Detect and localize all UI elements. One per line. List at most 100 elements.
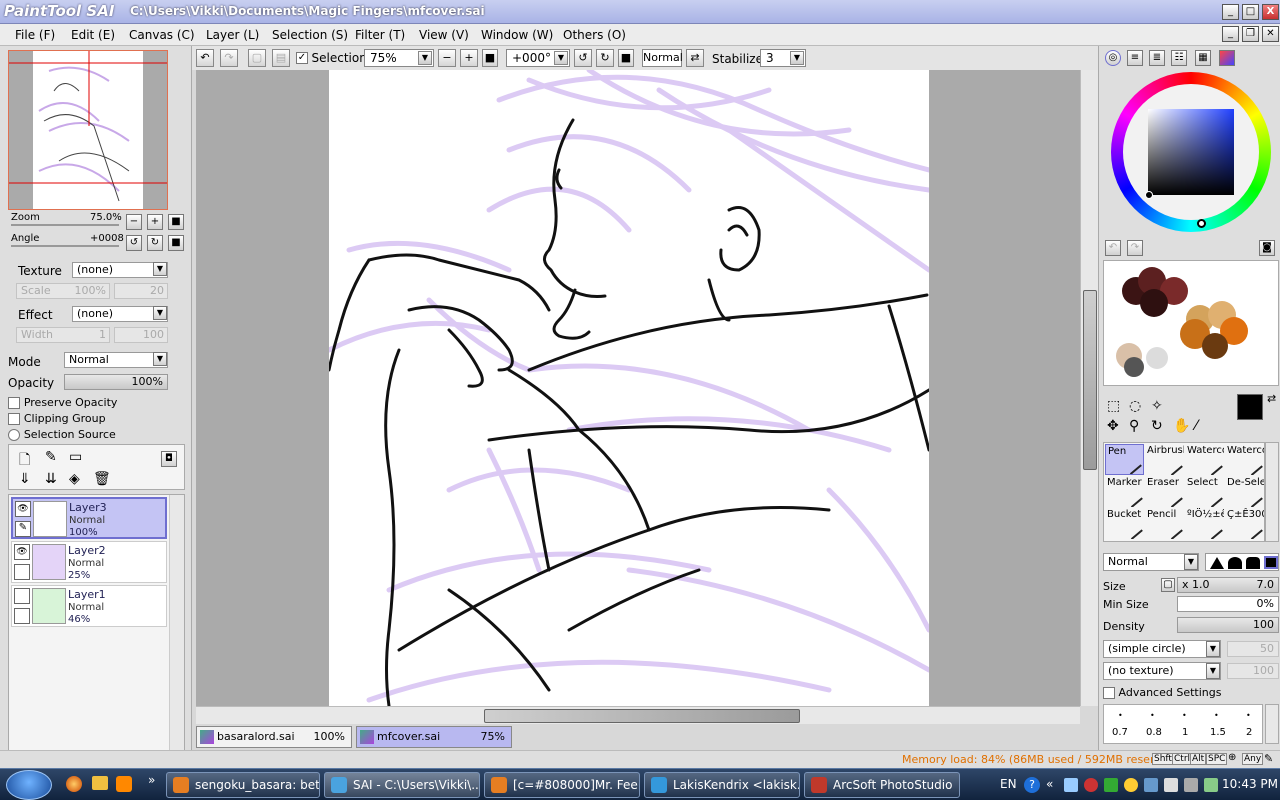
brush-shape-selector[interactable] <box>1205 553 1279 571</box>
horizontal-scrollbar[interactable] <box>196 706 1080 724</box>
tool-custom-1[interactable]: ºIÖ½±ê <box>1185 508 1224 539</box>
eye-icon[interactable]: 👁 <box>15 501 31 517</box>
undo-button[interactable]: ↶ <box>196 49 214 67</box>
color-swatch[interactable] <box>1140 289 1168 317</box>
hsv-slider-tab-icon[interactable]: ≣ <box>1149 50 1165 66</box>
doc-restore-button[interactable]: ❐ <box>1242 26 1259 42</box>
zoom-reset-small-button[interactable]: ■ <box>168 214 184 230</box>
texture-select[interactable]: (none) ▼ <box>72 262 168 278</box>
size-slider[interactable]: x 1.0 7.0 <box>1177 577 1279 593</box>
density-slider[interactable]: 100 <box>1177 617 1279 633</box>
selection-source-radio[interactable] <box>8 428 20 441</box>
volume-icon[interactable] <box>1164 778 1178 792</box>
tool-custom-2[interactable]: Ç±Ê300 <box>1225 508 1264 539</box>
preserve-opacity-checkbox[interactable] <box>8 396 20 409</box>
layer-item[interactable]: 👁 ✎ Layer3 Normal 100% <box>11 497 167 539</box>
tray-icon[interactable] <box>1124 778 1138 792</box>
size-preset[interactable]: 1 <box>1182 727 1188 738</box>
brush-texture-select[interactable]: (no texture) ▼ <box>1103 662 1221 680</box>
flip-icon[interactable]: ⇄ <box>686 49 704 67</box>
soft-edge-icon[interactable] <box>1210 557 1224 569</box>
taskbar-item[interactable]: [c=#808000]Mr. Fee... <box>484 772 640 798</box>
menu-canvas[interactable]: Canvas (C) <box>129 28 195 42</box>
lock-icon[interactable] <box>14 608 30 624</box>
power-icon[interactable] <box>1184 778 1198 792</box>
zoom-combo[interactable]: 75% ▼ <box>364 49 434 67</box>
new-layer-icon[interactable]: 🗋 <box>19 449 30 473</box>
rect-select-icon[interactable]: ⬚ <box>1107 398 1120 414</box>
merge-down-icon[interactable]: ⇊ <box>45 471 57 487</box>
selection-source-option[interactable]: Selection Source <box>8 427 116 441</box>
zoom-in-button[interactable]: + <box>460 49 478 67</box>
tool-deselect[interactable]: De-Selec <box>1225 476 1264 507</box>
eye-hidden-icon[interactable] <box>14 588 30 604</box>
medium-edge-icon[interactable] <box>1228 557 1242 569</box>
brush-blend-select[interactable]: Normal ▼ <box>1103 553 1199 571</box>
transfer-down-icon[interactable]: ⇓ <box>19 471 31 487</box>
view-mode-button[interactable]: Normal <box>642 49 683 67</box>
zoom-tool-icon[interactable]: ⚲ <box>1129 418 1139 434</box>
rotate-reset-button[interactable]: ■ <box>618 49 634 67</box>
redo-button[interactable]: ↷ <box>220 49 238 67</box>
canvas-area[interactable] <box>196 70 1080 706</box>
swatches-tab-icon[interactable]: ▦ <box>1195 50 1211 66</box>
color-swatch[interactable] <box>1146 347 1168 369</box>
zoom-slider[interactable] <box>11 224 119 226</box>
size-preset[interactable]: 0.8 <box>1146 727 1162 738</box>
lock-icon[interactable] <box>14 564 30 580</box>
tool-watercolor[interactable]: Watercol <box>1185 444 1224 475</box>
doc-close-button[interactable]: ✕ <box>1262 26 1279 42</box>
network-icon[interactable] <box>1144 778 1158 792</box>
eyedropper-icon[interactable]: ⁄ <box>1195 418 1197 434</box>
hue-picker-cursor[interactable] <box>1197 219 1206 228</box>
menu-edit[interactable]: Edit (E) <box>71 28 115 42</box>
maximize-button[interactable]: □ <box>1242 4 1259 20</box>
tool-airbrush[interactable]: Airbrush <box>1145 444 1184 475</box>
horizontal-scroll-thumb[interactable] <box>484 709 800 723</box>
tool-pen[interactable]: Pen <box>1105 444 1144 475</box>
hand-icon[interactable]: ✋ <box>1173 418 1190 434</box>
rgb-slider-tab-icon[interactable]: ≡ <box>1127 50 1143 66</box>
swap-colors-icon[interactable]: ⇄ <box>1267 392 1276 405</box>
angle-slider[interactable] <box>11 245 119 247</box>
saturation-value-square[interactable] <box>1148 109 1234 195</box>
layer-mask-icon[interactable]: ◘ <box>161 451 177 467</box>
stabilizer-combo[interactable]: 3 ▼ <box>760 49 806 67</box>
color-swatch[interactable] <box>1124 357 1144 377</box>
clipping-group-checkbox[interactable] <box>8 412 20 425</box>
menu-filter[interactable]: Filter (T) <box>355 28 405 42</box>
zoom-plus-button[interactable]: + <box>147 214 163 230</box>
color-wheel-tab-icon[interactable]: ◎ <box>1105 50 1121 66</box>
media-quicklaunch-icon[interactable] <box>116 776 132 792</box>
color-swatch[interactable] <box>1202 333 1228 359</box>
taskbar-item[interactable]: LakisKendrix <lakisk... <box>644 772 800 798</box>
doc-tab-mfcover[interactable]: mfcover.sai 75% <box>356 726 512 748</box>
menu-file[interactable]: File (F) <box>15 28 55 42</box>
delete-layer-icon[interactable]: 🗑 <box>93 471 111 487</box>
selection-toggle[interactable]: ✓ Selection <box>296 51 367 65</box>
more-quicklaunch-icon[interactable]: » <box>148 773 155 787</box>
tray-icon[interactable] <box>1104 778 1118 792</box>
tool-marker[interactable]: Marker <box>1105 476 1144 507</box>
start-button[interactable] <box>6 770 52 800</box>
brush-shape-select[interactable]: (simple circle) ▼ <box>1103 640 1221 658</box>
size-preset[interactable]: 1.5 <box>1210 727 1226 738</box>
menu-window[interactable]: Window (W) <box>481 28 553 42</box>
tool-eraser[interactable]: Eraser <box>1145 476 1184 507</box>
tray-arrow-icon[interactable]: « <box>1046 777 1053 791</box>
size-range-button[interactable]: ▢ <box>1161 578 1175 592</box>
taskbar-item[interactable]: SAI - C:\Users\Vikki\... <box>324 772 480 798</box>
invert-selection-icon[interactable]: ▤ <box>272 49 290 67</box>
clear-layer-icon[interactable]: ◈ <box>69 471 80 487</box>
firefox-quicklaunch-icon[interactable] <box>66 776 82 792</box>
selection-checkbox[interactable]: ✓ <box>296 52 308 64</box>
rotate-left-button[interactable]: ↺ <box>574 49 592 67</box>
opacity-slider[interactable]: 100% <box>64 374 168 390</box>
navigator-preview[interactable] <box>8 50 168 210</box>
color-picker-cursor[interactable] <box>1145 191 1153 199</box>
size-preset[interactable]: 2 <box>1246 727 1252 738</box>
mixer-tab-icon[interactable]: ☷ <box>1171 50 1187 66</box>
rotate-right-button[interactable]: ↻ <box>596 49 614 67</box>
palette-options-icon[interactable]: ◙ <box>1259 240 1275 256</box>
zoom-out-button[interactable]: − <box>438 49 456 67</box>
